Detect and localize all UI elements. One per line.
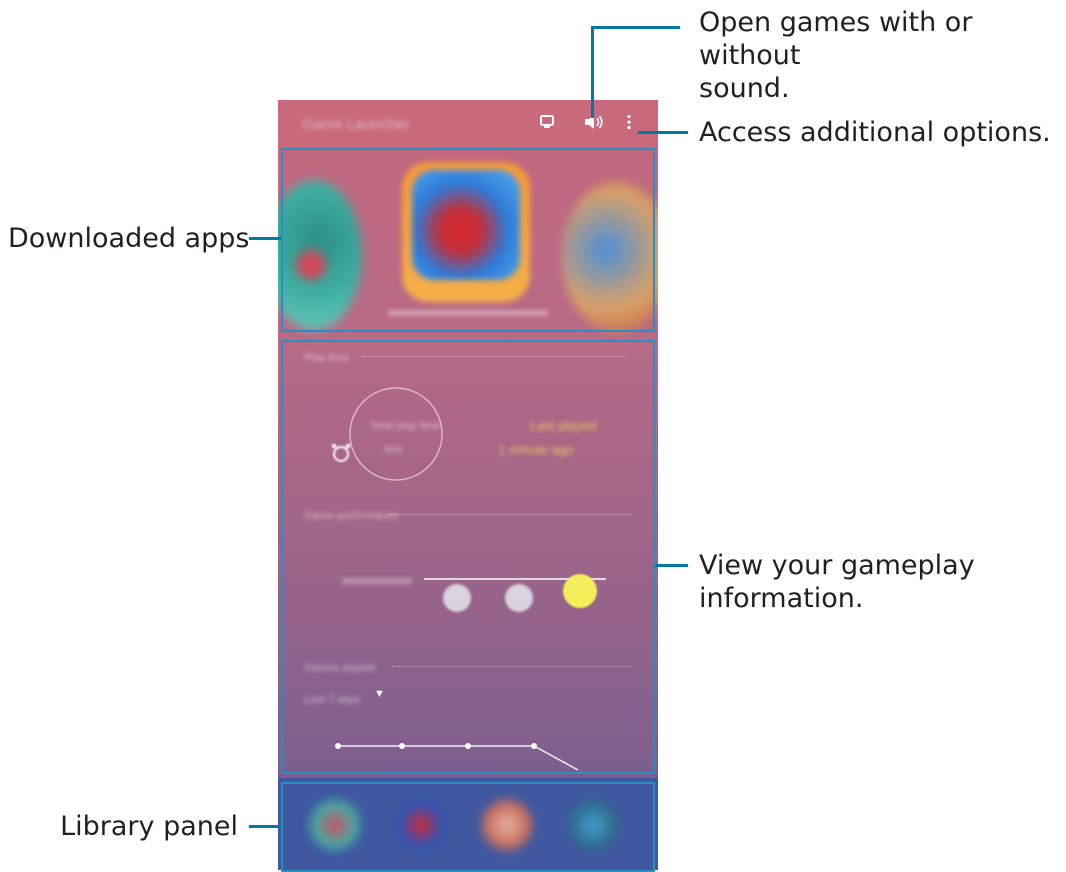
options-callout: Access additional options. [699, 117, 1051, 148]
downloaded-callout-line [249, 237, 281, 240]
downloaded-apps-callout: Downloaded apps [8, 223, 250, 254]
library-panel-highlight [281, 782, 655, 872]
library-callout-line [249, 825, 281, 828]
sound-callout: Open games with or without sound. [699, 7, 973, 104]
downloaded-apps-highlight [281, 148, 655, 332]
gameplay-info-highlight [281, 340, 655, 774]
library-icon[interactable] [540, 114, 554, 134]
speaker-icon[interactable] [584, 114, 604, 135]
options-callout-line [638, 131, 688, 134]
more-vert-icon[interactable] [626, 114, 632, 135]
library-panel-callout: Library panel [60, 811, 238, 842]
gameplay-callout-line [655, 564, 688, 567]
gameplay-callout: View your gameplay information. [699, 550, 975, 614]
sound-callout-line [591, 26, 594, 118]
app-bar: Game Launcher [278, 100, 658, 148]
app-title: Game Launcher [302, 116, 410, 133]
